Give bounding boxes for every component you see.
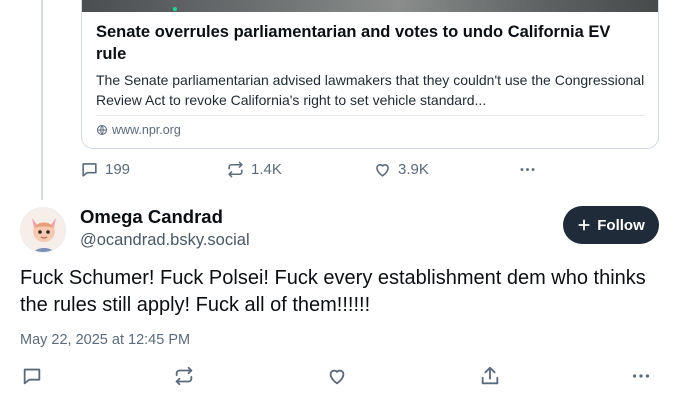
link-preview-domain: www.npr.org (96, 123, 181, 137)
like-icon (329, 369, 345, 385)
share-button[interactable] (479, 365, 501, 387)
post-timestamp[interactable]: May 22, 2025 at 12:45 PM (20, 332, 190, 348)
previous-post-actions: 199 1.4K 3.9K (0, 160, 684, 182)
like-icon (376, 164, 389, 177)
display-name[interactable]: Omega Candrad (80, 206, 223, 228)
reply-icon (23, 368, 41, 385)
avatar[interactable] (20, 207, 66, 253)
more-button[interactable] (630, 365, 652, 387)
link-preview-description: The Senate parliamentarian advised lawma… (96, 72, 645, 108)
reply-icon (82, 163, 97, 177)
post-author-row: Omega Candrad @ocandrad.bsky.social Foll… (0, 200, 684, 260)
link-preview-title: Senate overrules parliamentarian and vot… (96, 23, 611, 63)
link-preview-image (82, 0, 658, 12)
post-text: Fuck Schumer! Fuck Polsei! Fuck every es… (20, 267, 646, 316)
repost-count: 1.4K (251, 161, 282, 178)
follow-label: Follow (597, 216, 645, 234)
link-preview-card[interactable]: Senate overrules parliamentarian and vot… (81, 0, 659, 149)
share-icon (481, 366, 499, 385)
repost-button[interactable]: 1.4K (226, 160, 282, 179)
reply-button[interactable]: 199 (80, 160, 130, 179)
more-button[interactable] (518, 160, 537, 179)
more-icon (520, 168, 535, 171)
domain-text: www.npr.org (112, 123, 181, 137)
follow-button[interactable]: Follow (563, 206, 659, 244)
repost-button[interactable] (173, 365, 195, 387)
avatar-image (21, 208, 65, 252)
repost-icon (175, 366, 193, 386)
divider (96, 115, 644, 116)
handle[interactable]: @ocandrad.bsky.social (80, 231, 250, 250)
more-icon (632, 374, 650, 378)
like-button[interactable]: 3.9K (373, 160, 429, 179)
plus-icon (578, 219, 590, 231)
like-button[interactable] (326, 365, 348, 387)
like-count: 3.9K (398, 161, 429, 178)
reply-button[interactable] (21, 365, 43, 387)
globe-icon (97, 125, 107, 135)
repost-icon (228, 161, 243, 178)
reply-count: 199 (105, 161, 131, 178)
post-actions (0, 365, 684, 389)
